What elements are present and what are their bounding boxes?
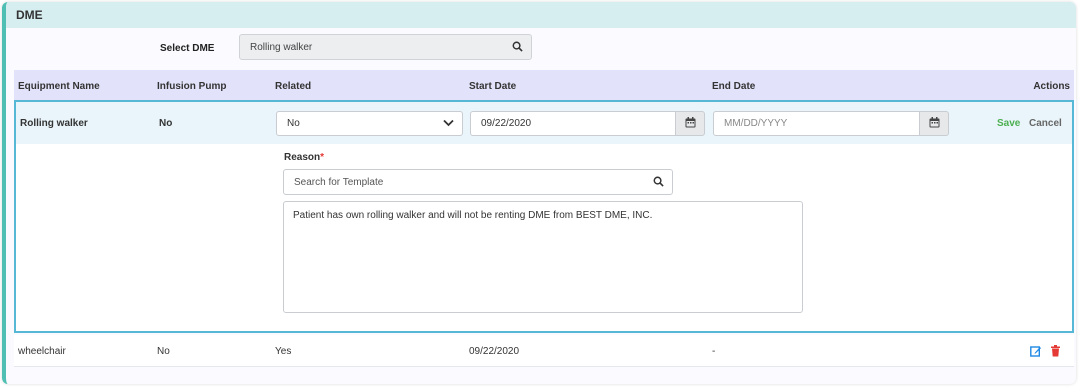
equipment-name: Rolling walker bbox=[20, 118, 88, 129]
template-search-placeholder: Search for Template bbox=[294, 176, 384, 188]
chevron-down-icon bbox=[443, 119, 454, 130]
table-row: wheelchair No Yes 09/22/2020 - bbox=[14, 335, 1074, 367]
reason-label-text: Reason bbox=[284, 152, 321, 163]
panel-title: DME bbox=[6, 2, 1076, 28]
col-end-date: End Date bbox=[712, 81, 756, 92]
col-related: Related bbox=[275, 81, 312, 92]
required-mark: * bbox=[320, 152, 325, 163]
search-icon[interactable] bbox=[653, 176, 664, 190]
calendar-icon bbox=[685, 116, 696, 131]
search-icon[interactable] bbox=[512, 41, 523, 55]
infusion-pump-value: No bbox=[159, 118, 173, 129]
template-search-input[interactable]: Search for Template bbox=[283, 169, 673, 195]
col-equipment-name: Equipment Name bbox=[18, 81, 100, 92]
related-value: No bbox=[287, 118, 300, 129]
edit-row-block: Rolling walker No No 09/22/2020 MM/DD/YY… bbox=[14, 100, 1074, 333]
end-date-calendar-button[interactable] bbox=[919, 111, 949, 136]
end-date-value: - bbox=[712, 346, 716, 357]
reason-label: Reason* bbox=[284, 152, 324, 163]
save-button[interactable]: Save bbox=[997, 118, 1020, 129]
start-date-value: 09/22/2020 bbox=[481, 118, 532, 129]
equipment-name: wheelchair bbox=[18, 346, 66, 357]
table-header: Equipment Name Infusion Pump Related Sta… bbox=[14, 70, 1074, 100]
infusion-pump-value: No bbox=[157, 346, 170, 357]
select-dme-input[interactable]: Rolling walker bbox=[239, 34, 532, 60]
edit-row: Rolling walker No No 09/22/2020 MM/DD/YY… bbox=[16, 102, 1072, 144]
dme-panel: DME Select DME Rolling walker Equipment … bbox=[2, 2, 1076, 384]
col-actions: Actions bbox=[1033, 81, 1070, 92]
select-dme-label: Select DME bbox=[160, 43, 215, 54]
col-infusion-pump: Infusion Pump bbox=[157, 81, 227, 92]
start-date-input[interactable]: 09/22/2020 bbox=[470, 111, 676, 136]
trash-icon[interactable] bbox=[1050, 345, 1062, 357]
end-date-input[interactable]: MM/DD/YYYY bbox=[713, 111, 920, 136]
start-date-calendar-button[interactable] bbox=[675, 111, 705, 136]
end-date-placeholder: MM/DD/YYYY bbox=[724, 118, 788, 129]
related-value: Yes bbox=[275, 346, 292, 357]
start-date-value: 09/22/2020 bbox=[469, 346, 520, 357]
select-dme-value: Rolling walker bbox=[250, 41, 313, 53]
col-start-date: Start Date bbox=[469, 81, 517, 92]
calendar-icon bbox=[929, 116, 940, 131]
reason-textarea[interactable]: Patient has own rolling walker and will … bbox=[283, 201, 803, 313]
related-select[interactable]: No bbox=[276, 111, 463, 136]
edit-icon[interactable] bbox=[1030, 345, 1042, 357]
select-dme-row: Select DME Rolling walker bbox=[6, 34, 1076, 62]
cancel-button[interactable]: Cancel bbox=[1029, 118, 1062, 129]
